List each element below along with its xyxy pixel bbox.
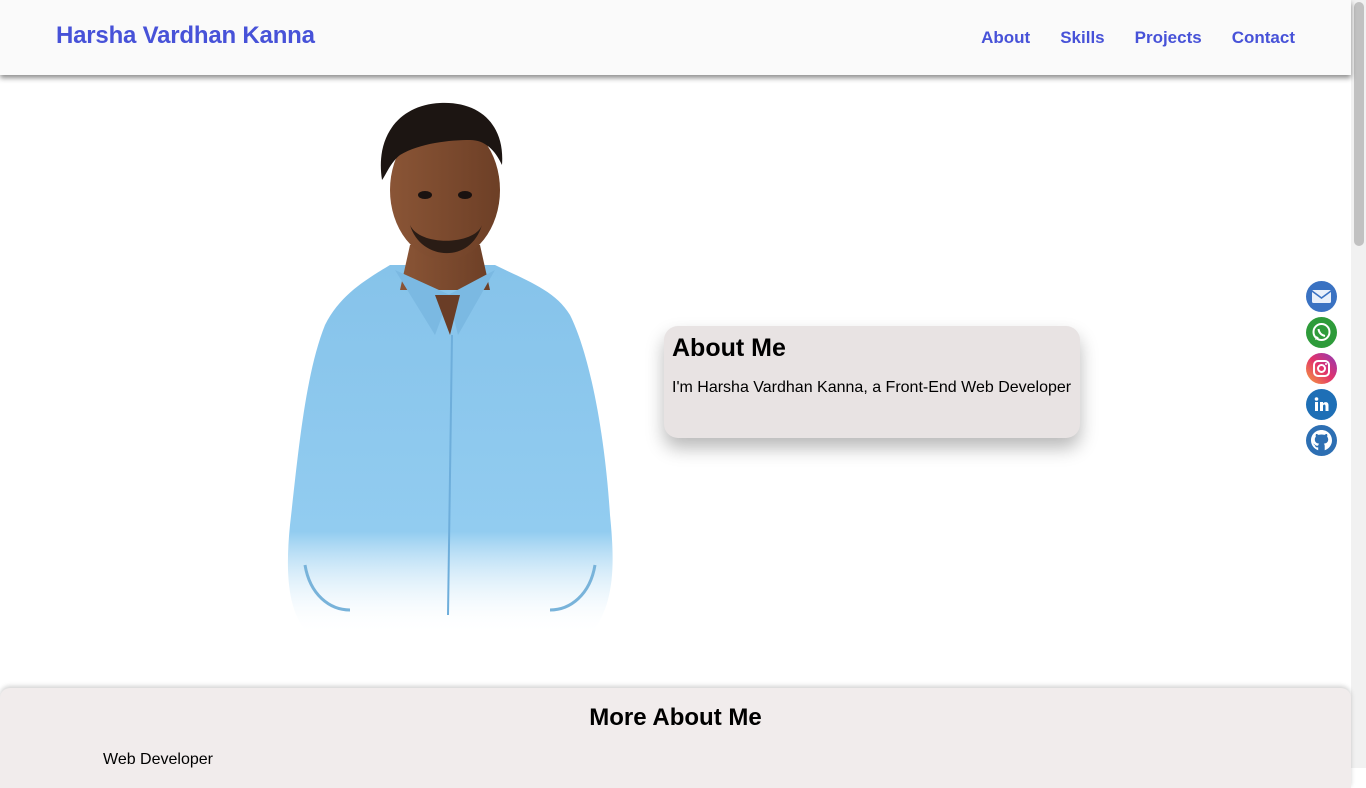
nav-skills[interactable]: Skills — [1060, 28, 1104, 48]
social-links — [1306, 281, 1337, 456]
about-card: About Me I'm Harsha Vardhan Kanna, a Fro… — [664, 326, 1080, 438]
more-about-heading: More About Me — [589, 704, 762, 731]
site-header: Harsha Vardhan Kanna About Skills Projec… — [0, 0, 1351, 75]
instagram-icon[interactable] — [1306, 353, 1337, 384]
scrollbar-thumb[interactable] — [1354, 2, 1364, 246]
main-nav: About Skills Projects Contact — [981, 28, 1295, 48]
about-heading: About Me — [672, 334, 786, 362]
role-text: Web Developer — [103, 751, 213, 768]
more-about-section: More About Me Web Developer — [0, 688, 1351, 788]
about-text: I'm Harsha Vardhan Kanna, a Front-End We… — [672, 379, 1072, 396]
page-scrollbar[interactable] — [1351, 0, 1366, 768]
github-icon[interactable] — [1306, 425, 1337, 456]
site-brand[interactable]: Harsha Vardhan Kanna — [56, 22, 315, 50]
whatsapp-icon[interactable] — [1306, 317, 1337, 348]
nav-projects[interactable]: Projects — [1135, 28, 1202, 48]
mail-icon[interactable] — [1306, 281, 1337, 312]
profile-photo — [287, 102, 613, 635]
nav-about[interactable]: About — [981, 28, 1030, 48]
linkedin-icon[interactable] — [1306, 389, 1337, 420]
nav-contact[interactable]: Contact — [1232, 28, 1295, 48]
